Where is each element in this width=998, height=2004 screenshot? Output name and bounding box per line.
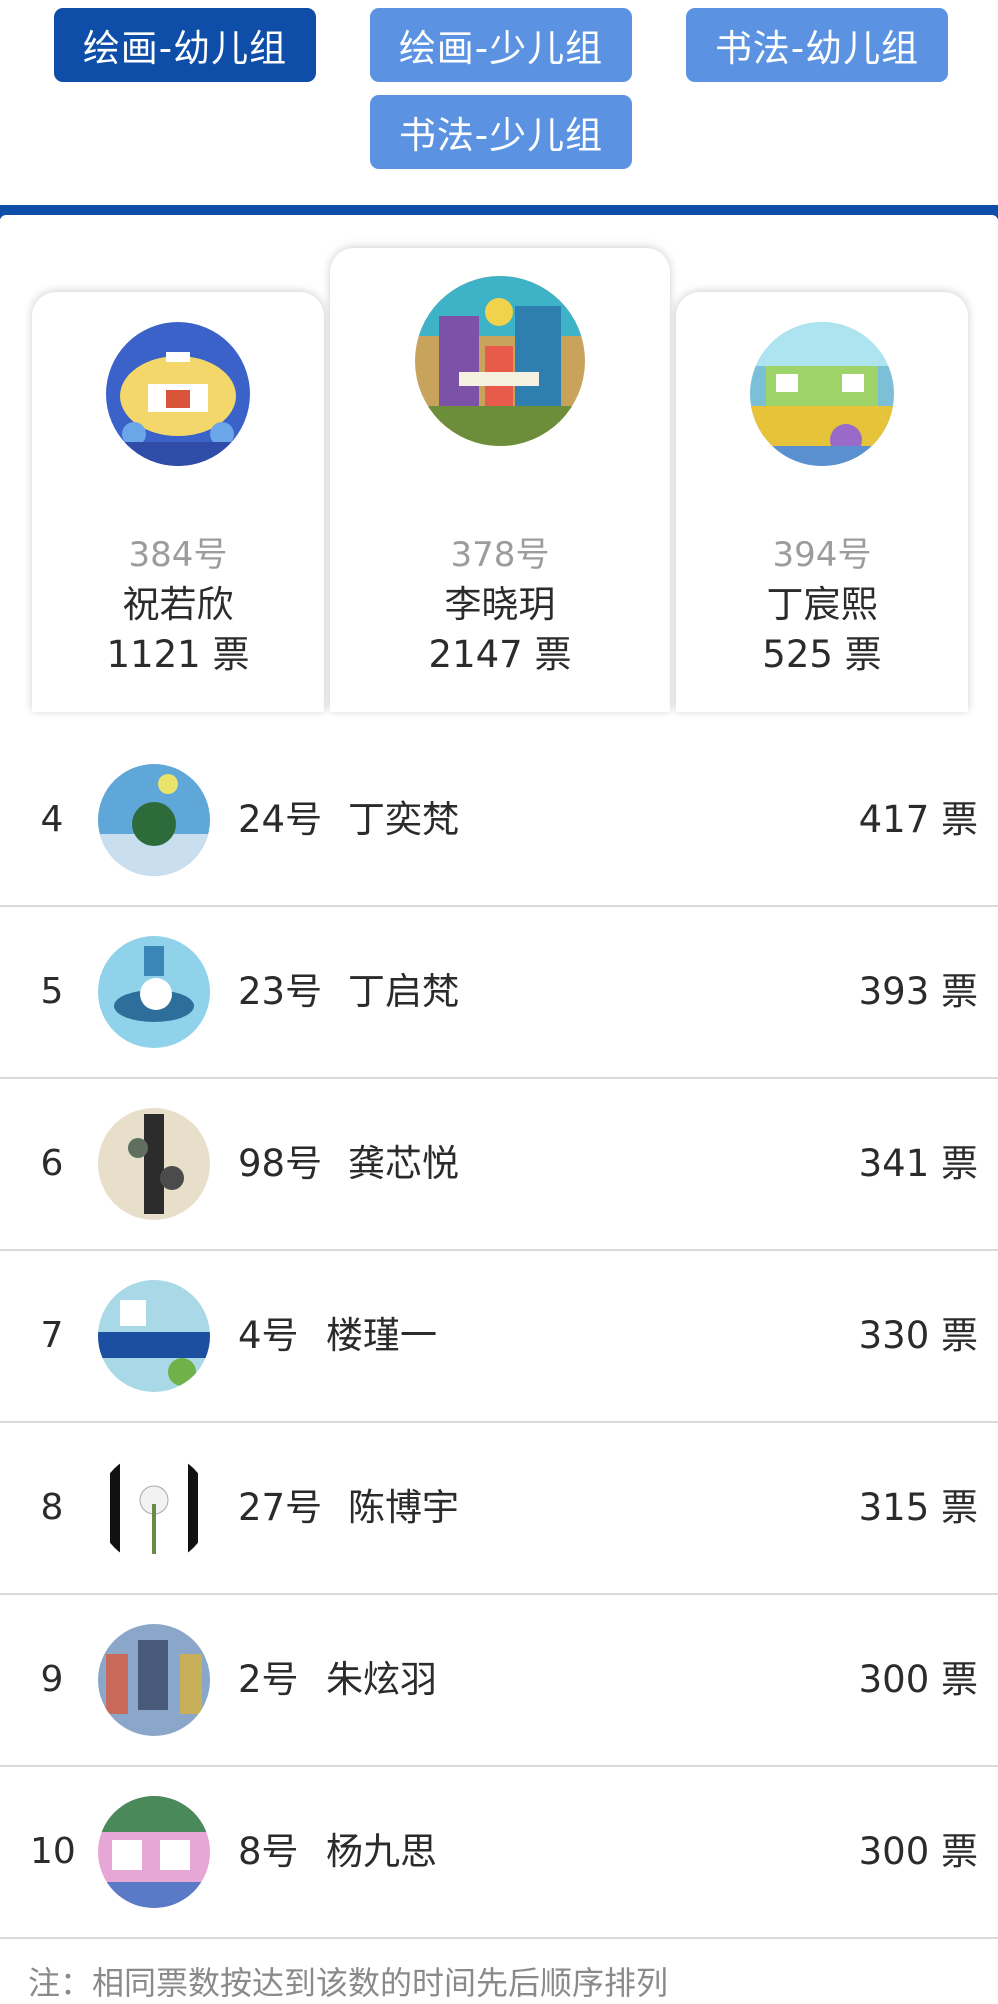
podium-number-first: 378号 xyxy=(450,535,550,575)
artwork-thumbnail[interactable] xyxy=(98,1796,210,1908)
artwork-thumbnail[interactable] xyxy=(98,936,210,1048)
entry-number: 23号 xyxy=(238,970,323,1013)
tab-calligraphy-children[interactable]: 书法-少儿组 xyxy=(370,95,632,169)
podium-card-second[interactable]: 384号 祝若欣 1121 票 xyxy=(32,292,324,712)
ranking-row[interactable]: 10 8号 杨九思 300 票 xyxy=(0,1767,998,1939)
vote-count: 393 票 xyxy=(858,970,978,1013)
artwork-thumbnail-third[interactable] xyxy=(750,322,894,466)
podium-votes-second: 1121 票 xyxy=(106,633,250,676)
artwork-thumbnail-second[interactable] xyxy=(106,322,250,466)
entry-number: 98号 xyxy=(238,1142,323,1185)
ranking-note: 注：相同票数按达到该数的时间先后顺序排列 xyxy=(28,1964,669,2002)
vote-count: 300 票 xyxy=(858,1658,978,1701)
entry-name: 朱炫羽 xyxy=(326,1658,437,1701)
podium-name-third: 丁宸熙 xyxy=(766,583,878,626)
top-three-podium: 384号 祝若欣 1121 票 378号 李晓玥 2147 票 394号 丁宸熙… xyxy=(0,220,998,712)
rank-number: 6 xyxy=(40,1143,64,1184)
artwork-thumbnail-first[interactable] xyxy=(415,276,585,446)
entry-number: 27号 xyxy=(238,1486,323,1529)
entry-number: 2号 xyxy=(238,1658,299,1701)
entry-name: 丁启梵 xyxy=(348,970,459,1013)
entry-number: 8号 xyxy=(238,1830,299,1873)
artwork-thumbnail[interactable] xyxy=(98,1108,210,1220)
entry-name: 丁奕梵 xyxy=(348,798,459,841)
vote-count: 300 票 xyxy=(858,1830,978,1873)
ranking-list: 4 24号 丁奕梵 417 票 5 23号 丁启梵 393 票 6 98号 龚芯… xyxy=(0,735,998,1939)
podium-card-third[interactable]: 394号 丁宸熙 525 票 xyxy=(676,292,968,712)
podium-number-third: 394号 xyxy=(772,535,872,575)
podium-card-first[interactable]: 378号 李晓玥 2147 票 xyxy=(330,248,670,712)
rank-number: 7 xyxy=(40,1315,64,1356)
category-tabs: 绘画-幼儿组 绘画-少儿组 书法-幼儿组 书法-少儿组 xyxy=(0,0,998,205)
vote-count: 315 票 xyxy=(858,1486,978,1529)
rank-number: 5 xyxy=(40,971,64,1012)
artwork-thumbnail[interactable] xyxy=(98,1452,210,1564)
rank-number: 8 xyxy=(40,1487,64,1528)
podium-votes-first: 2147 票 xyxy=(428,633,572,676)
entry-name: 陈博宇 xyxy=(348,1486,459,1529)
podium-name-second: 祝若欣 xyxy=(122,583,234,626)
podium-name-first: 李晓玥 xyxy=(444,583,556,626)
header-divider xyxy=(0,205,998,221)
vote-count: 341 票 xyxy=(858,1142,978,1185)
rank-number: 9 xyxy=(40,1659,64,1700)
podium-number-second: 384号 xyxy=(128,535,228,575)
podium-votes-third: 525 票 xyxy=(762,633,882,676)
tab-calligraphy-preschool[interactable]: 书法-幼儿组 xyxy=(686,8,948,82)
ranking-row[interactable]: 5 23号 丁启梵 393 票 xyxy=(0,907,998,1079)
entry-name: 杨九思 xyxy=(326,1830,437,1873)
rank-number: 10 xyxy=(30,1831,76,1872)
artwork-thumbnail[interactable] xyxy=(98,1280,210,1392)
ranking-row[interactable]: 9 2号 朱炫羽 300 票 xyxy=(0,1595,998,1767)
ranking-row[interactable]: 4 24号 丁奕梵 417 票 xyxy=(0,735,998,907)
vote-count: 417 票 xyxy=(858,798,978,841)
entry-number: 4号 xyxy=(238,1314,299,1357)
vote-count: 330 票 xyxy=(858,1314,978,1357)
entry-number: 24号 xyxy=(238,798,323,841)
tab-painting-children[interactable]: 绘画-少儿组 xyxy=(370,8,632,82)
artwork-thumbnail[interactable] xyxy=(98,764,210,876)
ranking-row[interactable]: 6 98号 龚芯悦 341 票 xyxy=(0,1079,998,1251)
rank-number: 4 xyxy=(40,799,64,840)
ranking-row[interactable]: 7 4号 楼瑾一 330 票 xyxy=(0,1251,998,1423)
ranking-row[interactable]: 8 27号 陈博宇 315 票 xyxy=(0,1423,998,1595)
entry-name: 龚芯悦 xyxy=(348,1142,459,1185)
entry-name: 楼瑾一 xyxy=(326,1314,437,1357)
tab-painting-preschool[interactable]: 绘画-幼儿组 xyxy=(54,8,316,82)
artwork-thumbnail[interactable] xyxy=(98,1624,210,1736)
